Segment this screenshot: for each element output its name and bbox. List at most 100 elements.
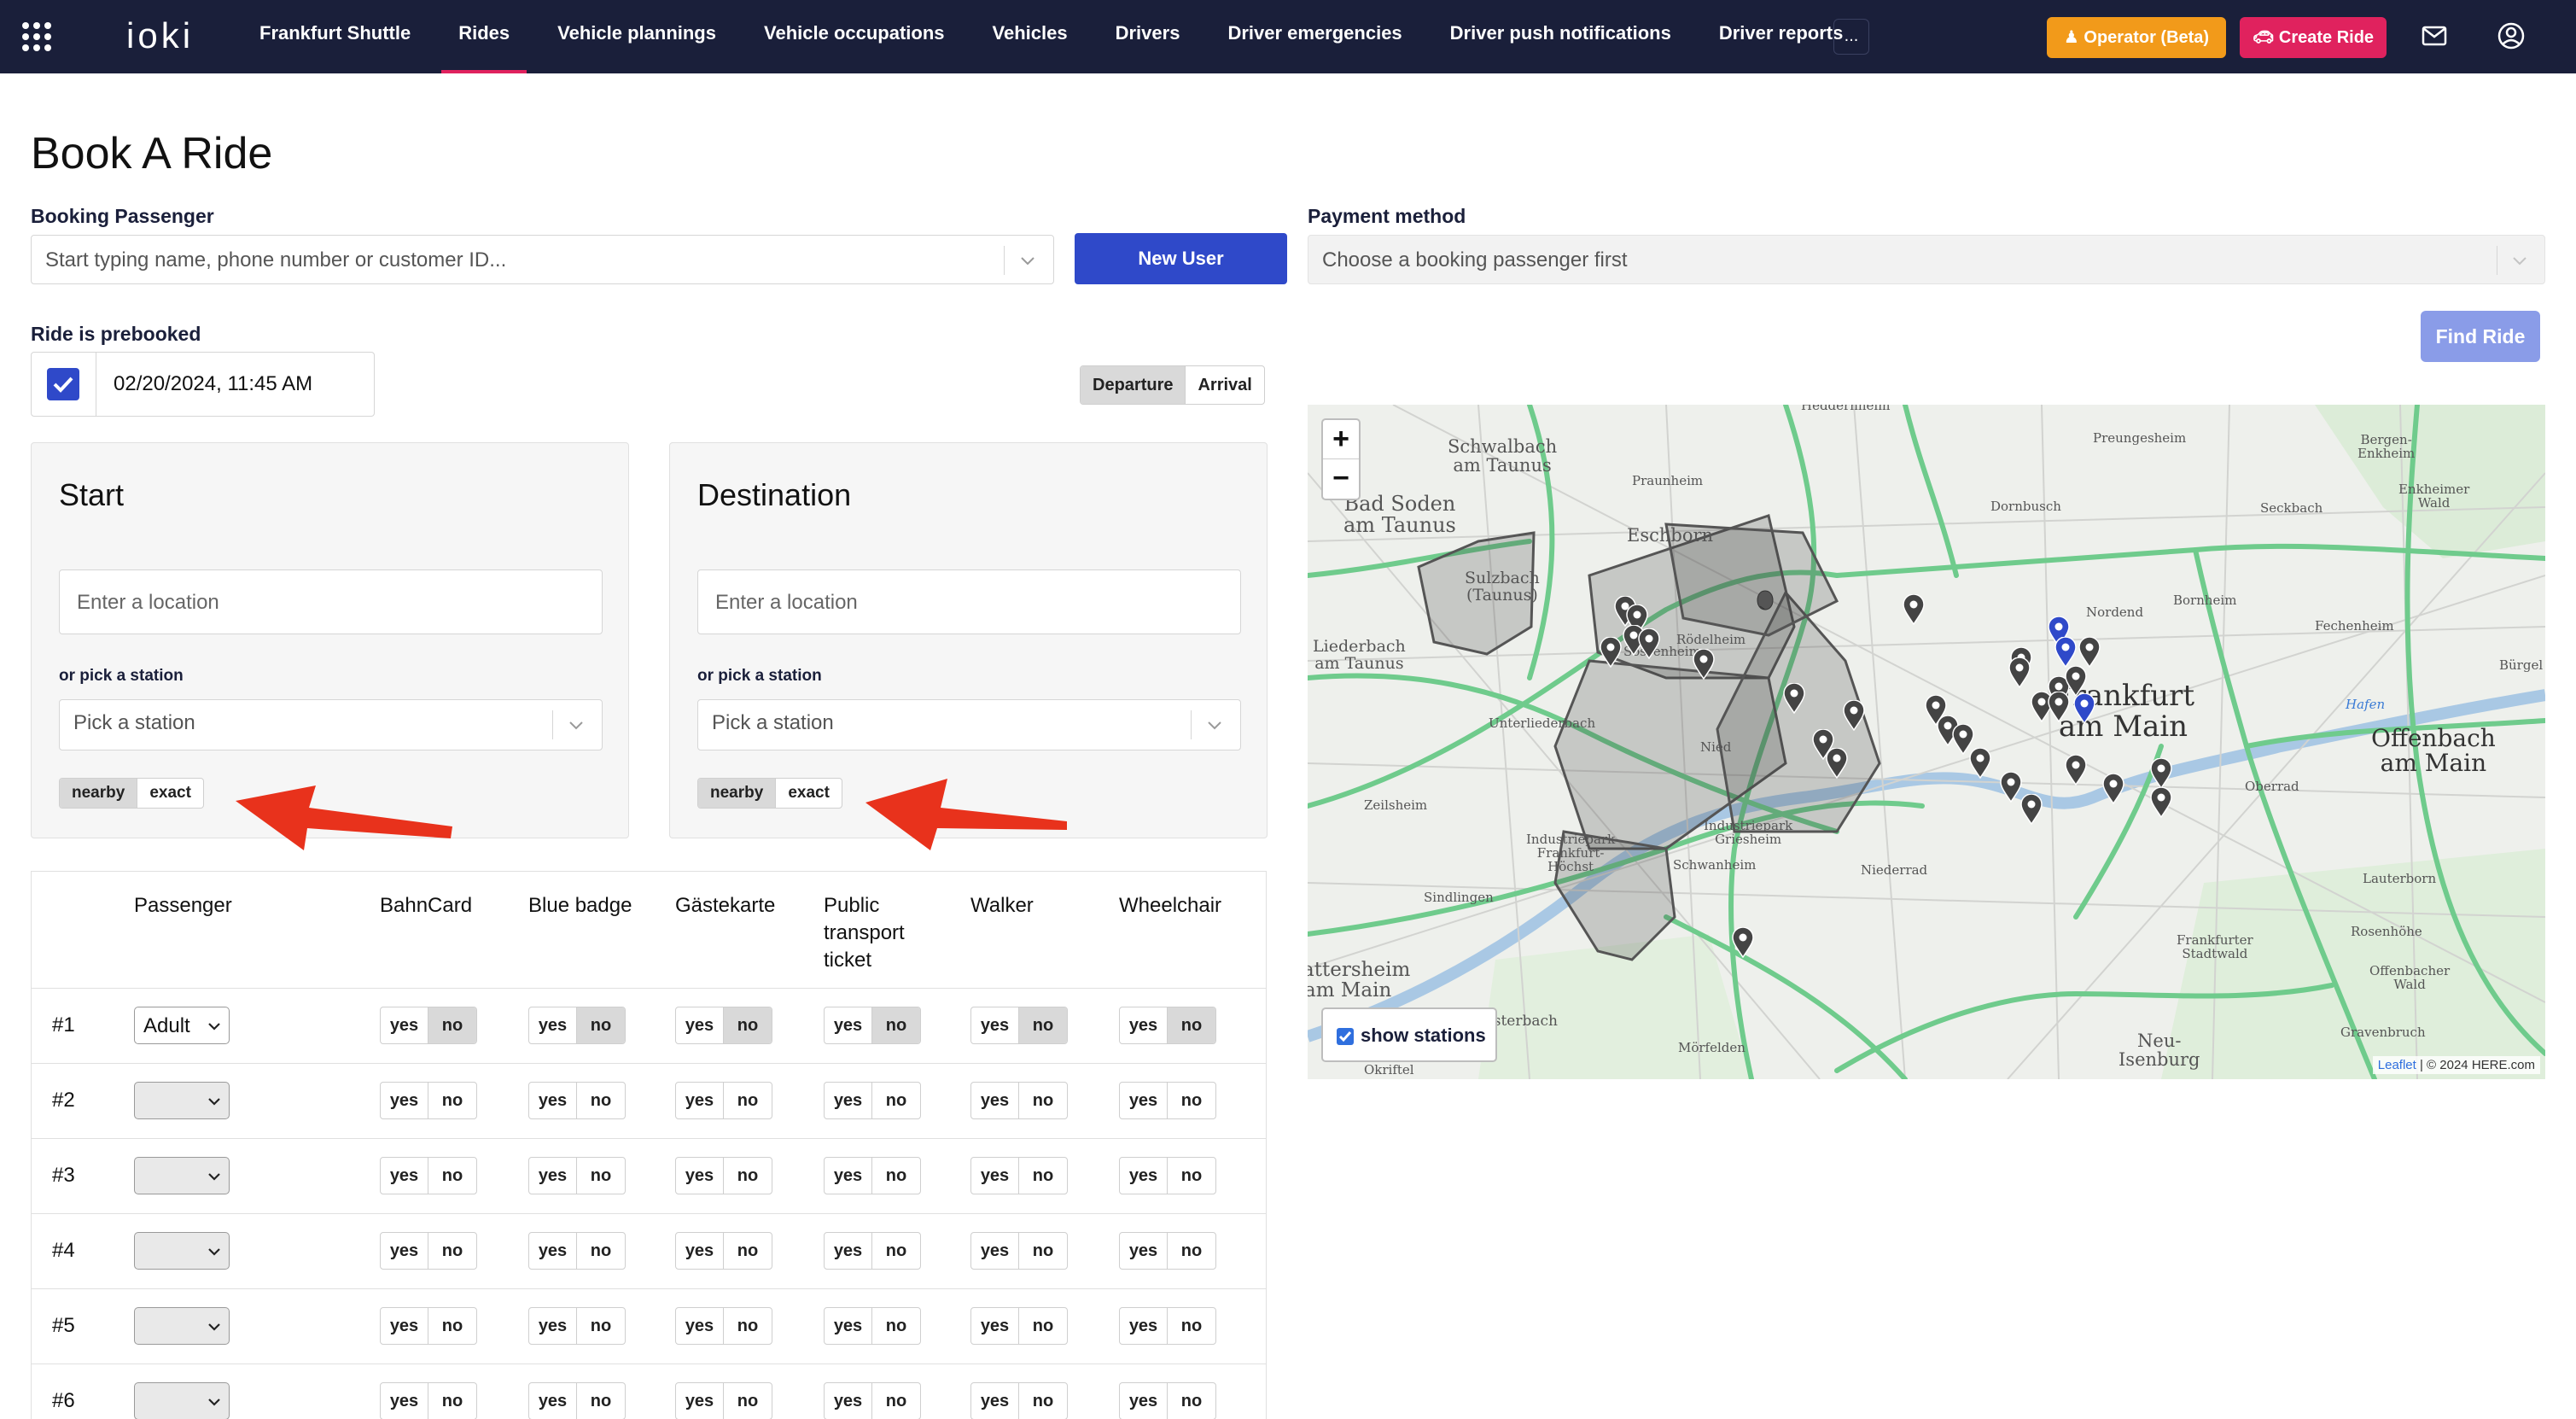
station-pin-icon[interactable] (1902, 594, 1926, 625)
yes-button[interactable]: yes (1120, 1233, 1168, 1269)
station-pin-icon[interactable] (1842, 700, 1866, 731)
yes-button[interactable]: yes (381, 1158, 428, 1194)
nav-more-button[interactable]: ... (1833, 19, 1869, 55)
yes-button[interactable]: yes (971, 1383, 1019, 1419)
nav-item-driver-push-notifications[interactable]: Driver push notifications (1450, 0, 1671, 73)
show-stations-control[interactable]: show stations (1321, 1007, 1497, 1062)
operator-beta-button[interactable]: ♟ Operator (Beta) (2047, 17, 2226, 58)
no-button[interactable]: no (872, 1007, 920, 1043)
nav-item-rides[interactable]: Rides (441, 0, 527, 73)
start-exact-toggle[interactable]: exact (137, 779, 203, 808)
yes-button[interactable]: yes (1120, 1383, 1168, 1419)
no-button[interactable]: no (872, 1158, 920, 1194)
no-button[interactable]: no (1168, 1383, 1215, 1419)
arrival-toggle[interactable]: Arrival (1186, 366, 1263, 404)
station-pin-icon[interactable] (2064, 755, 2088, 785)
station-pin-icon[interactable] (1692, 649, 1716, 680)
yes-button[interactable]: yes (971, 1083, 1019, 1118)
no-button[interactable]: no (577, 1007, 625, 1043)
station-pin-icon[interactable] (1825, 748, 1849, 779)
nav-item-drivers[interactable]: Drivers (1116, 0, 1180, 73)
logo[interactable]: ioki (126, 15, 194, 56)
destination-exact-toggle[interactable]: exact (776, 779, 842, 808)
start-nearby-toggle[interactable]: nearby (60, 779, 138, 808)
nav-item-vehicle-plannings[interactable]: Vehicle plannings (557, 0, 716, 73)
yes-button[interactable]: yes (971, 1308, 1019, 1344)
no-button[interactable]: no (428, 1158, 476, 1194)
yes-button[interactable]: yes (676, 1233, 724, 1269)
yes-button[interactable]: yes (676, 1158, 724, 1194)
no-button[interactable]: no (577, 1383, 625, 1419)
yes-button[interactable]: yes (1120, 1308, 1168, 1344)
yes-button[interactable]: yes (381, 1083, 428, 1118)
no-button[interactable]: no (428, 1233, 476, 1269)
yes-button[interactable]: yes (381, 1007, 428, 1043)
nav-item-vehicles[interactable]: Vehicles (993, 0, 1068, 73)
leaflet-link[interactable]: Leaflet (2378, 1058, 2416, 1072)
station-pin-icon[interactable] (1782, 683, 1806, 714)
prebook-datetime-input[interactable]: 02/20/2024, 11:45 AM (114, 372, 312, 396)
station-pin-icon[interactable] (2149, 758, 2173, 789)
no-button[interactable]: no (577, 1158, 625, 1194)
no-button[interactable]: no (724, 1083, 772, 1118)
nav-item-vehicle-occupations[interactable]: Vehicle occupations (764, 0, 945, 73)
zoom-out-button[interactable]: − (1323, 459, 1359, 499)
station-pin-icon[interactable] (2072, 693, 2096, 724)
no-button[interactable]: no (1019, 1007, 1067, 1043)
no-button[interactable]: no (872, 1233, 920, 1269)
station-pin-icon[interactable] (1968, 748, 1992, 779)
no-button[interactable]: no (1168, 1158, 1215, 1194)
destination-location-input[interactable]: Enter a location (697, 569, 1241, 634)
no-button[interactable]: no (724, 1308, 772, 1344)
no-button[interactable]: no (1168, 1308, 1215, 1344)
yes-button[interactable]: yes (971, 1158, 1019, 1194)
no-button[interactable]: no (428, 1007, 476, 1043)
no-button[interactable]: no (577, 1233, 625, 1269)
no-button[interactable]: no (428, 1083, 476, 1118)
yes-button[interactable]: yes (971, 1007, 1019, 1043)
no-button[interactable]: no (577, 1083, 625, 1118)
passenger-type-select[interactable] (134, 1232, 230, 1270)
destination-nearby-toggle[interactable]: nearby (698, 779, 777, 808)
no-button[interactable]: no (1019, 1083, 1067, 1118)
yes-button[interactable]: yes (825, 1158, 872, 1194)
station-pin-icon[interactable] (2101, 774, 2125, 804)
no-button[interactable]: no (577, 1308, 625, 1344)
yes-button[interactable]: yes (529, 1383, 577, 1419)
create-ride-button[interactable]: 🚗︎ Create Ride (2240, 17, 2387, 58)
start-station-select[interactable]: Pick a station (59, 699, 603, 750)
map[interactable]: Heddernheim Schwalbach am Taunus Preunge… (1308, 405, 2545, 1079)
station-pin-icon[interactable] (1637, 628, 1661, 659)
find-ride-button[interactable]: Find Ride (2421, 311, 2540, 362)
user-account-icon[interactable] (2494, 19, 2528, 53)
station-pin-icon[interactable] (2019, 794, 2043, 825)
yes-button[interactable]: yes (529, 1233, 577, 1269)
yes-button[interactable]: yes (676, 1083, 724, 1118)
no-button[interactable]: no (872, 1083, 920, 1118)
no-button[interactable]: no (724, 1158, 772, 1194)
yes-button[interactable]: yes (381, 1383, 428, 1419)
new-user-button[interactable]: New User (1075, 233, 1287, 284)
station-pin-icon[interactable] (1731, 927, 1755, 958)
yes-button[interactable]: yes (529, 1308, 577, 1344)
mail-icon[interactable] (2417, 19, 2451, 53)
no-button[interactable]: no (1019, 1383, 1067, 1419)
yes-button[interactable]: yes (825, 1308, 872, 1344)
no-button[interactable]: no (1019, 1308, 1067, 1344)
nav-item-driver-reports[interactable]: Driver reports (1719, 0, 1844, 73)
yes-button[interactable]: yes (381, 1308, 428, 1344)
passenger-type-select[interactable] (134, 1157, 230, 1194)
booking-passenger-select[interactable]: Start typing name, phone number or custo… (31, 235, 1054, 284)
no-button[interactable]: no (1168, 1007, 1215, 1043)
yes-button[interactable]: yes (529, 1007, 577, 1043)
yes-button[interactable]: yes (825, 1083, 872, 1118)
yes-button[interactable]: yes (676, 1007, 724, 1043)
station-pin-icon[interactable] (1599, 637, 1623, 668)
no-button[interactable]: no (1019, 1233, 1067, 1269)
yes-button[interactable]: yes (529, 1083, 577, 1118)
yes-button[interactable]: yes (676, 1383, 724, 1419)
nav-item-driver-emergencies[interactable]: Driver emergencies (1227, 0, 1402, 73)
apps-grid-icon[interactable] (22, 22, 51, 51)
yes-button[interactable]: yes (1120, 1083, 1168, 1118)
station-pin-icon[interactable] (2149, 787, 2173, 818)
